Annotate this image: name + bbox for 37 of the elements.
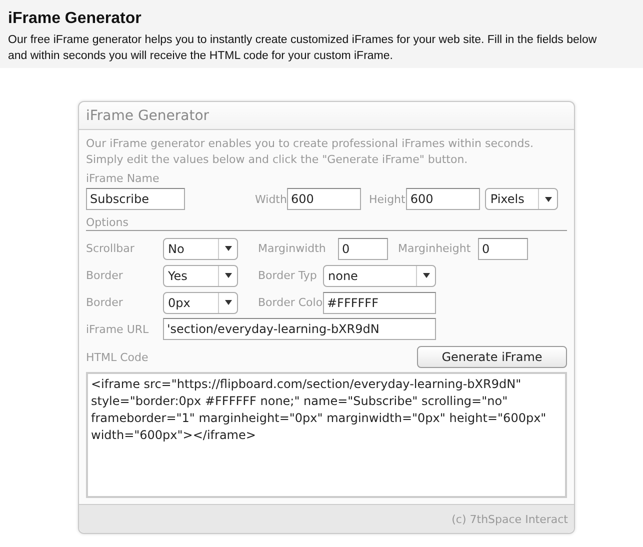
text-field[interactable]: 0 — [478, 238, 528, 260]
intro-text: Our free iFrame generator helps you to instantly create customized iFrames for your web site. Fill in the fields below and within seconds you will receive the HTML code for your custom iFrame. — [8, 33, 598, 64]
height-field[interactable]: 600 — [406, 188, 480, 210]
dropdown[interactable]: Pixels — [485, 188, 558, 210]
caret-icon — [544, 196, 552, 202]
panel-title: iFrame Generator — [79, 102, 574, 130]
page-title: iFrame Generator — [8, 10, 142, 28]
field-label: iFrame URL — [86, 322, 150, 336]
field-label: Width — [255, 192, 287, 206]
field-label: Scrollbar — [86, 242, 136, 255]
field-label: Border — [86, 296, 124, 309]
code-output[interactable]: <iframe src="https://flipboard.com/section/everyday-learning-bXR9dN" style="border:0px #FFFFFF none;" name="Subscribe" scrolling="no" frameborder="1" marginheight="0px" marginwidth="0px" height="600px" width="600px"></iframe> — [86, 372, 567, 498]
field-label: iFrame Name — [86, 172, 160, 185]
width-field[interactable]: 600 — [286, 188, 361, 210]
name-field[interactable]: Subscribe — [86, 188, 185, 210]
caret-icon — [422, 273, 430, 278]
dropdown[interactable]: 0px — [163, 292, 238, 314]
caret-icon — [224, 273, 232, 278]
dropdown[interactable]: none — [323, 264, 436, 286]
text-field[interactable]: #FFFFFF — [323, 292, 436, 314]
description-text: Our iFrame generator enables you to create professional iFrames within seconds. Simply edit the values below and click the "Generate iFrame" button. — [86, 136, 534, 168]
section-label: Options — [86, 216, 567, 231]
caret-icon — [224, 300, 232, 305]
field-label: Height — [368, 192, 406, 206]
field-label: Marginwidth — [258, 242, 327, 255]
dropdown[interactable]: No — [163, 238, 238, 260]
field-label: Marginheight — [398, 242, 472, 255]
field-label: Border Colo — [258, 296, 323, 309]
text-field[interactable]: 0 — [338, 238, 388, 260]
copyright-text: (c) 7thSpace Interact — [79, 504, 574, 533]
field-label: Border — [86, 269, 124, 282]
url-field[interactable]: 'section/everyday-learning-bXR9dN — [163, 318, 436, 340]
generate-button[interactable]: Generate iFrame — [417, 346, 567, 368]
field-label: Border Typ — [258, 269, 318, 282]
field-label: HTML Code — [86, 350, 148, 364]
caret-icon — [224, 246, 232, 251]
dropdown[interactable]: Yes — [163, 264, 238, 286]
